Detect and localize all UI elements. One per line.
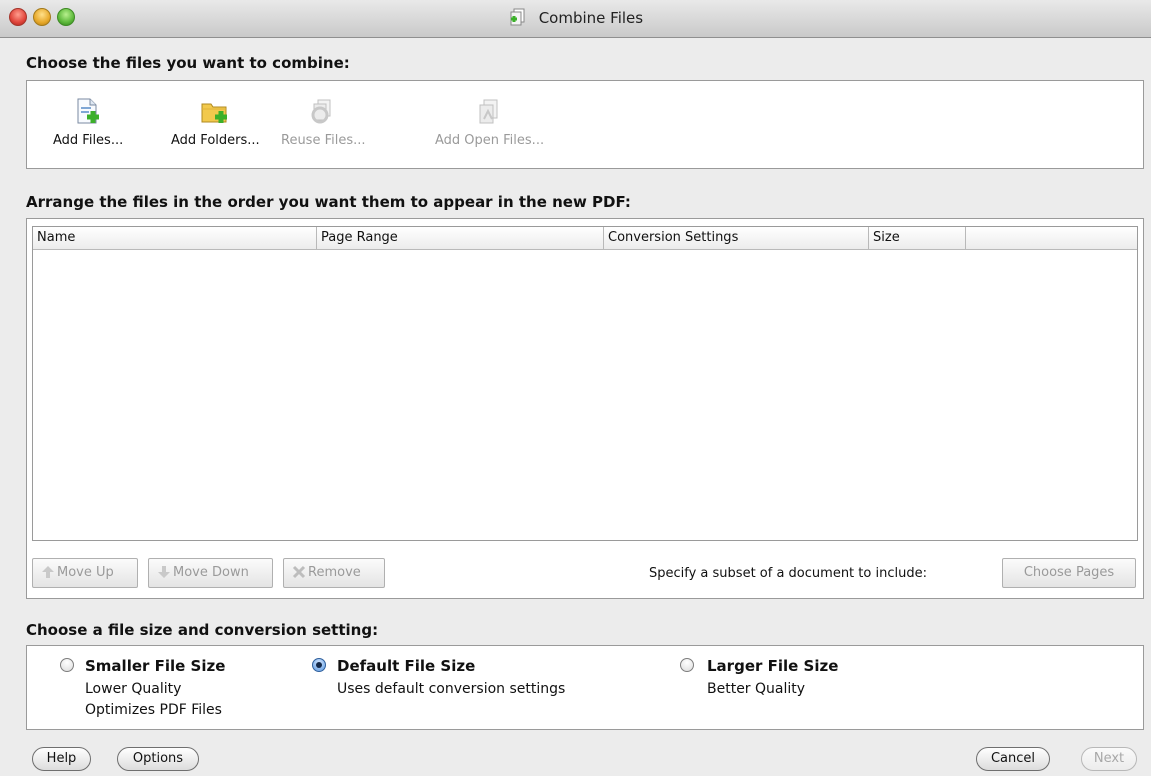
column-header-size[interactable]: Size [869,227,966,249]
smaller-file-size-radio[interactable] [60,658,74,672]
file-size-options-panel: Smaller File Size Lower Quality Optimize… [26,645,1144,730]
arrow-up-icon [42,566,54,578]
add-files-toolbar: Add Files... Add Folders... Reuse Files.… [26,80,1144,169]
add-folders-button[interactable]: Add Folders... [171,97,260,148]
default-file-size-title[interactable]: Default File Size [337,657,475,675]
reuse-files-button[interactable]: Reuse Files... [281,97,366,148]
subset-hint: Specify a subset of a document to includ… [649,566,927,581]
open-files-icon [479,99,498,124]
column-header-page-range[interactable]: Page Range [317,227,604,249]
choose-files-heading: Choose the files you want to combine: [26,54,350,72]
window-title: Combine Files [538,9,644,27]
move-down-button[interactable]: Move Down [148,558,273,588]
column-header-conversion-settings[interactable]: Conversion Settings [604,227,869,249]
move-up-button[interactable]: Move Up [32,558,138,588]
reuse-files-icon [311,99,331,124]
arrange-files-heading: Arrange the files in the order you want … [26,193,631,211]
remove-button[interactable]: Remove [283,558,385,588]
combine-files-icon [510,8,525,26]
help-button[interactable]: Help [32,747,91,771]
add-open-files-button[interactable]: Add Open Files... [435,97,544,148]
column-header-extra [966,227,1137,249]
remove-x-icon [292,565,306,579]
remove-label: Remove [308,565,361,580]
add-files-label: Add Files... [53,133,124,148]
next-button[interactable]: Next [1081,747,1137,771]
move-down-label: Move Down [173,565,249,580]
window-titlebar: Combine Files [0,0,1151,38]
smaller-file-size-line-2: Optimizes PDF Files [85,702,222,718]
smaller-file-size-line-1: Lower Quality [85,681,182,697]
file-list-header: Name Page Range Conversion Settings Size [33,227,1137,250]
larger-file-size-radio[interactable] [680,658,694,672]
reuse-files-label: Reuse Files... [281,133,366,148]
move-up-label: Move Up [57,565,114,580]
file-size-heading: Choose a file size and conversion settin… [26,621,379,639]
choose-pages-button[interactable]: Choose Pages [1002,558,1136,588]
add-folders-label: Add Folders... [171,133,260,148]
column-header-name[interactable]: Name [33,227,317,249]
larger-file-size-line-1: Better Quality [707,681,806,697]
default-file-size-radio[interactable] [312,658,326,672]
add-files-button[interactable]: Add Files... [53,97,123,148]
window-title-wrap: Combine Files [0,7,1151,27]
arrow-down-icon [158,566,170,578]
options-button[interactable]: Options [117,747,199,771]
cancel-button[interactable]: Cancel [976,747,1050,771]
smaller-file-size-title[interactable]: Smaller File Size [85,657,225,675]
default-file-size-line-1: Uses default conversion settings [337,681,566,697]
larger-file-size-title[interactable]: Larger File Size [707,657,838,675]
add-open-files-label: Add Open Files... [435,133,545,148]
file-list-table[interactable]: Name Page Range Conversion Settings Size [32,226,1138,541]
folder-add-icon [201,103,228,123]
document-add-icon [77,98,100,124]
